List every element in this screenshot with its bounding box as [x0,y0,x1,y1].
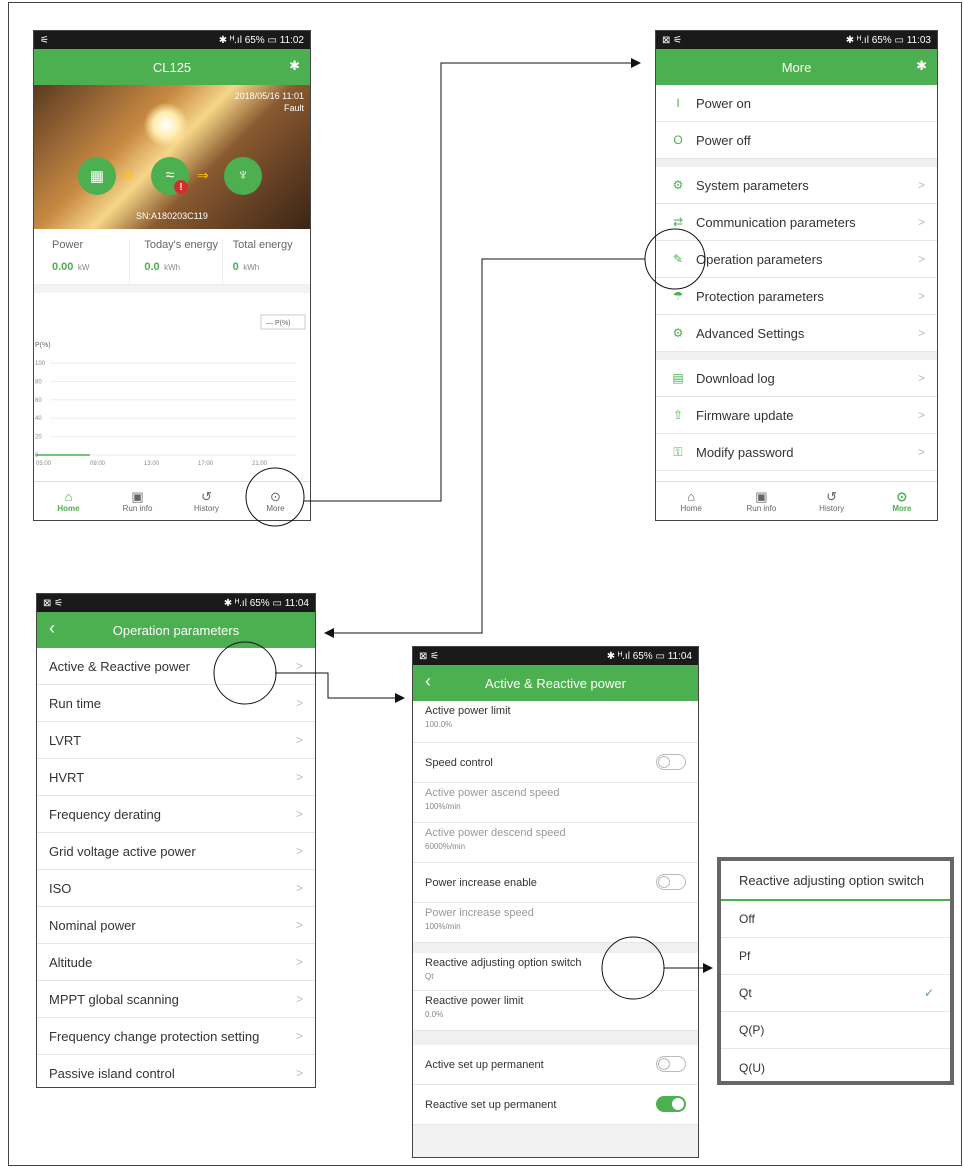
arrow-home-to-more [304,58,641,502]
annotation-overlay [213,58,713,1000]
highlight-circle-more [245,467,305,527]
arrow-operation-to-active [275,672,405,703]
arrow-more-to-operation [324,258,645,638]
highlight-circle-active-reactive [213,641,277,705]
highlight-circle-operation [644,228,706,290]
highlight-circle-reactive-switch [601,936,665,1000]
